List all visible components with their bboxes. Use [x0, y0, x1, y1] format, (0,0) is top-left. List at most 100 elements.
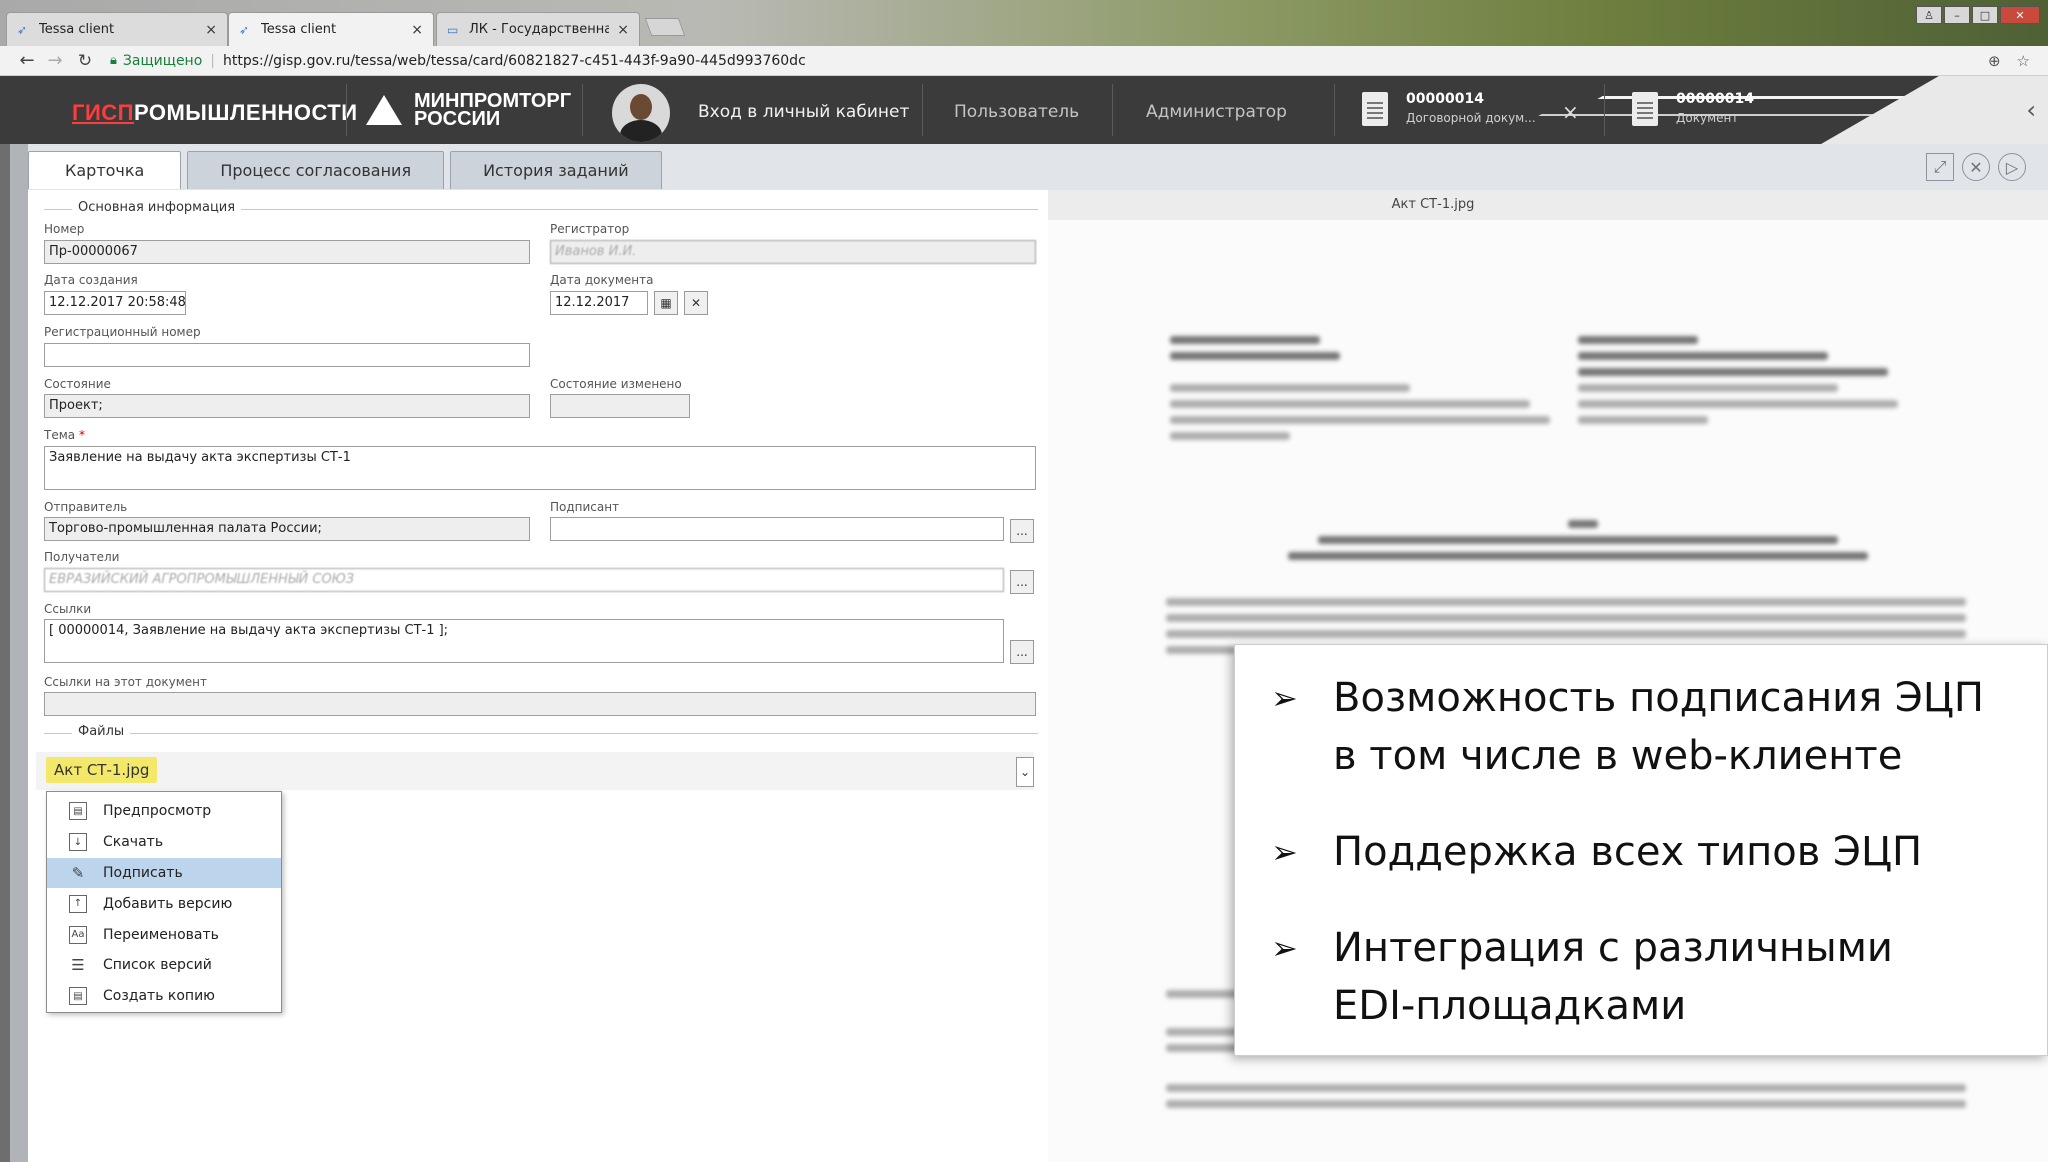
state-field[interactable]: Проект; [44, 394, 530, 418]
recipients-field[interactable]: ЕВРАЗИЙСКИЙ АГРОПРОМЫШЛЕННЫЙ СОЮЗ [44, 568, 1004, 592]
registrar-label: Регистратор [550, 222, 630, 236]
user-link[interactable]: Пользователь [954, 102, 1079, 122]
expand-icon[interactable]: ⤢ [1926, 153, 1954, 181]
subject-label: Тема * [44, 428, 85, 442]
doc-date-label: Дата документа [550, 273, 654, 287]
user-profile-icon[interactable]: ♙ [1916, 6, 1942, 24]
sender-field[interactable]: Торгово-промышленная палата России; [44, 517, 530, 541]
reload-icon[interactable]: ↻ [76, 51, 94, 71]
close-tab-icon[interactable]: × [411, 22, 423, 38]
links-label: Ссылки [44, 602, 92, 616]
menu-item-rename[interactable]: Aa Переименовать [47, 919, 281, 950]
files-list [36, 752, 1034, 790]
close-window-icon[interactable]: ✕ [2000, 6, 2040, 24]
divider [1334, 84, 1335, 136]
signer-label: Подписант [550, 500, 620, 514]
menu-item-add-version[interactable]: ↑ Добавить версию [47, 888, 281, 919]
add-version-icon: ↑ [69, 894, 87, 913]
links-select-button[interactable]: ... [1010, 640, 1034, 664]
browser-tab-label: Tessa client [261, 22, 337, 37]
close-tab-icon[interactable]: × [205, 22, 217, 38]
login-link[interactable]: Вход в личный кабинет [698, 102, 909, 122]
gisp-logo[interactable]: ГИСПРОМЫШЛЕННОСТИ [72, 100, 358, 126]
minpromtorg-logo[interactable]: МИНПРОМТОРГ РОССИИ [366, 91, 571, 130]
feature-callout: ➢ Возможность подписания ЭЦП в том числе… [1234, 644, 2048, 1056]
preview-title: Акт СТ-1.jpg [1048, 190, 2048, 220]
section-rule [44, 733, 1038, 734]
divider [1112, 84, 1113, 136]
doc-number: 00000014 [1676, 91, 1754, 107]
card-tabs: Карточка Процесс согласования История за… [28, 151, 662, 189]
screenshot-root: ➶ Tessa client × ➶ Tessa client × ▭ ЛК -… [0, 0, 2048, 1162]
menu-item-preview[interactable]: ▤ Предпросмотр [47, 796, 281, 827]
chevron-left-icon[interactable]: ‹ [2026, 96, 2036, 124]
browser-tab-2[interactable]: ➶ Tessa client × [228, 12, 434, 46]
feature-bullet-3: ➢ Интеграция с различными EDI-площадками [1271, 919, 1893, 1035]
clear-date-icon[interactable]: ✕ [684, 291, 708, 315]
created-field[interactable]: 12.12.2017 20:58:48 [44, 291, 186, 315]
menu-item-copy[interactable]: ▤ Создать копию [47, 981, 281, 1012]
doc-type: Договорной докум... [1406, 111, 1536, 125]
play-circle-icon[interactable]: ▷ [1998, 153, 2026, 181]
browser-tab-1[interactable]: ➶ Tessa client × [6, 12, 228, 46]
minimize-icon[interactable]: – [1944, 6, 1970, 24]
close-doc-icon[interactable]: × [1562, 100, 1579, 124]
minpromtorg-triangle-icon [366, 95, 402, 125]
feature-bullet-2: ➢ Поддержка всех типов ЭЦП [1271, 823, 1922, 881]
document-icon [1362, 92, 1388, 126]
state-changed-label: Состояние изменено [550, 377, 682, 391]
arrow-bullet-icon: ➢ [1271, 929, 1298, 967]
created-label: Дата создания [44, 273, 138, 287]
url-input[interactable]: https://gisp.gov.ru/tessa/web/tessa/card… [223, 53, 806, 69]
sender-label: Отправитель [44, 500, 128, 514]
zoom-icon[interactable]: ⊕ [1988, 52, 2001, 70]
new-tab-button[interactable] [644, 18, 686, 36]
secure-label[interactable]: Защищено [123, 53, 202, 69]
number-field[interactable]: Пр-00000067 [44, 240, 530, 264]
menu-item-download[interactable]: ↓ Скачать [47, 827, 281, 858]
tab-card[interactable]: Карточка [28, 151, 182, 189]
registrar-field[interactable]: Иванов И.И. [550, 240, 1036, 264]
forward-icon[interactable]: → [46, 50, 64, 71]
chevron-down-icon[interactable]: ⌄ [1016, 757, 1034, 787]
menu-item-sign[interactable]: ✎ Подписать [47, 857, 281, 889]
divider [346, 84, 347, 136]
open-doc-tab-1[interactable]: 00000014 Договорной докум... [1406, 90, 1536, 128]
maximize-icon[interactable]: □ [1972, 6, 1998, 24]
links-field[interactable]: [ 00000014, Заявление на выдачу акта экс… [44, 619, 1004, 663]
file-chip[interactable]: Акт СТ-1.jpg [46, 757, 158, 783]
open-doc-tab-2[interactable]: 00000014 Документ [1676, 90, 1754, 128]
bookmark-star-icon[interactable]: ☆ [2017, 52, 2030, 70]
version-list-icon: ☰ [71, 956, 85, 975]
lock-icon[interactable]: 🔒︎ [110, 53, 117, 68]
download-icon: ↓ [69, 833, 87, 852]
back-icon[interactable]: ← [18, 50, 36, 71]
browser-tab-3[interactable]: ▭ ЛК - Государственная и × [436, 12, 640, 46]
window-controls: ♙ – □ ✕ [1916, 6, 2040, 24]
divider [582, 84, 583, 136]
admin-link[interactable]: Администратор [1146, 102, 1287, 122]
divider [1604, 84, 1605, 136]
address-bar-actions: ⊕ ☆ [1988, 52, 2030, 70]
ministry-line-2: РОССИИ [414, 108, 501, 130]
signer-field[interactable] [550, 517, 1004, 541]
state-changed-field[interactable] [550, 394, 690, 418]
section-main-title: Основная информация [72, 200, 242, 215]
signer-select-button[interactable]: ... [1010, 519, 1034, 543]
preview-icon: ▤ [69, 802, 87, 821]
recipients-select-button[interactable]: ... [1010, 570, 1034, 594]
close-tab-icon[interactable]: × [617, 22, 629, 38]
document-icon [1632, 92, 1658, 126]
close-circle-icon[interactable]: ✕ [1962, 153, 1990, 181]
avatar[interactable] [612, 84, 670, 142]
divider [922, 84, 923, 136]
tab-approval-process[interactable]: Процесс согласования [187, 151, 445, 189]
tab-task-history[interactable]: История заданий [450, 151, 662, 189]
subject-field[interactable]: Заявление на выдачу акта экспертизы СТ-1 [44, 446, 1036, 490]
browser-tab-strip: ➶ Tessa client × ➶ Tessa client × ▭ ЛК -… [0, 0, 2048, 46]
backlinks-field[interactable] [44, 692, 1036, 716]
regnum-field[interactable] [44, 343, 530, 367]
doc-date-field[interactable]: 12.12.2017 [550, 291, 648, 315]
calendar-icon[interactable]: ▦ [654, 291, 678, 315]
menu-item-version-list[interactable]: ☰ Список версий [47, 950, 281, 981]
